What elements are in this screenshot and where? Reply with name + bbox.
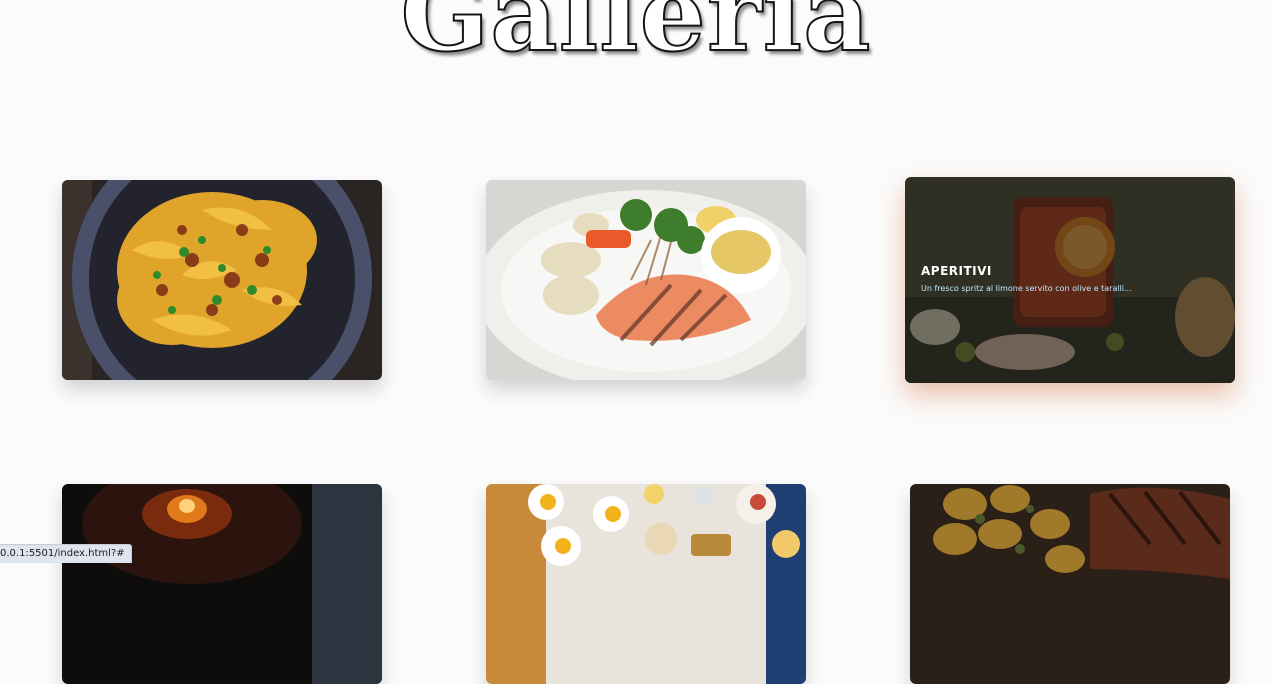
pizza-oven-image — [62, 484, 382, 684]
page-title: Galleria — [399, 0, 872, 75]
gallery-card-salmon[interactable] — [486, 180, 806, 380]
breakfast-table-image — [486, 484, 806, 684]
caption-title: APERITIVI — [921, 264, 992, 278]
pasta-image — [62, 180, 382, 380]
salmon-image — [486, 180, 806, 380]
gallery-card-breakfast-table[interactable] — [486, 484, 806, 684]
gallery-card-grilled-meat[interactable] — [910, 484, 1230, 684]
caption-description: Un fresco spritz al limone servito con o… — [921, 284, 1132, 293]
gallery-card-pasta[interactable] — [62, 180, 382, 380]
grilled-meat-image — [910, 484, 1230, 684]
gallery-card-aperitivi[interactable]: APERITIVI Un fresco spritz al limone ser… — [905, 177, 1235, 383]
status-bar-url: 0.0.1:5501/index.html?# — [0, 544, 132, 563]
gallery-card-pizza-oven[interactable] — [62, 484, 382, 684]
caption-overlay — [905, 177, 1235, 383]
